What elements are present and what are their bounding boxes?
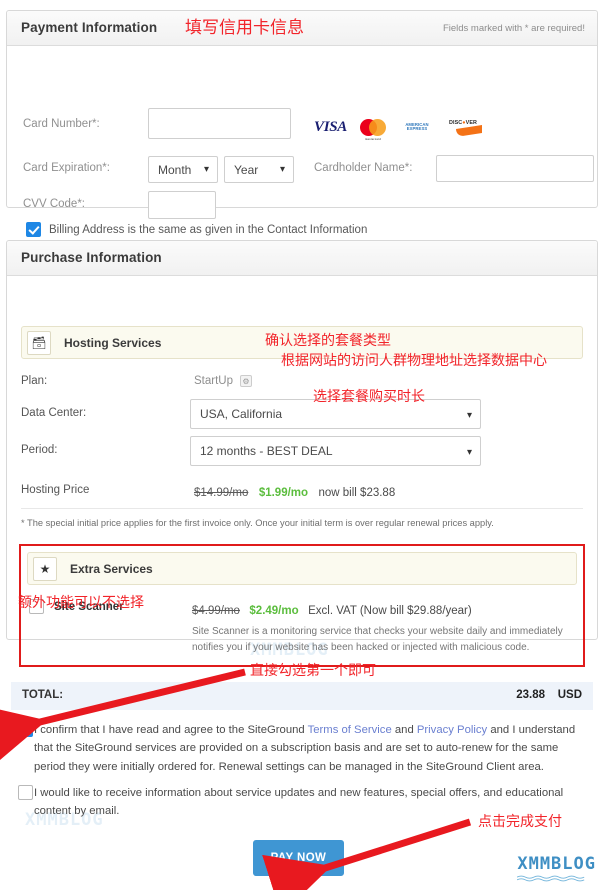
star-icon: ★ <box>33 557 57 581</box>
annotation-datacenter: 根据网站的访问人群物理地址选择数据中心 <box>281 353 547 369</box>
billing-address-label: Billing Address is the same as given in … <box>49 224 368 236</box>
expiration-year-value: Year <box>234 163 259 177</box>
hosting-price-values: $14.99/mo $1.99/mo now bill $23.88 <box>194 483 395 501</box>
mastercard-icon: mastercard <box>360 118 386 141</box>
plan-value: StartUp <box>194 375 233 387</box>
required-fields-note: Fields marked with * are required! <box>442 23 585 34</box>
annotation-pay-hint: 点击完成支付 <box>478 814 562 830</box>
total-label: TOTAL: <box>22 689 64 701</box>
cvv-code-label: CVV Code*: <box>23 198 86 210</box>
chevron-down-icon: ▾ <box>203 164 209 175</box>
extra-services-label: Extra Services <box>70 562 153 576</box>
plan-label: Plan: <box>21 375 48 387</box>
accepted-cards: VISA mastercard AMERICAN EXPRESS DISC●VER <box>314 118 482 141</box>
hosting-services-label: Hosting Services <box>64 336 162 350</box>
server-icon: 🗃 <box>27 331 51 355</box>
total-bar: TOTAL: 23.88 USD <box>11 682 593 710</box>
cardholder-name-label: Cardholder Name*: <box>314 162 413 174</box>
page-title: Payment Information <box>21 20 158 35</box>
pay-now-label: PAY NOW <box>270 852 327 864</box>
initial-price-fineprint: * The special initial price applies for … <box>21 508 583 528</box>
annotation-plan: 确认选择的套餐类型 <box>265 333 391 349</box>
hosting-price-old: $14.99/mo <box>194 487 249 499</box>
visa-icon: VISA <box>314 118 347 135</box>
total-amount: 23.88 <box>516 689 545 701</box>
site-scanner-description: Site Scanner is a monitoring service tha… <box>192 626 563 653</box>
hosting-price-label: Hosting Price <box>21 484 90 496</box>
site-scanner-price: $4.99/mo $2.49/mo Excl. VAT (Now bill $2… <box>192 601 472 619</box>
annotation-payment: 填写信用卡信息 <box>185 18 304 38</box>
period-select[interactable]: 12 months - BEST DEAL ▾ <box>190 436 481 466</box>
plan-info-icon[interactable]: ⚙ <box>240 375 252 387</box>
site-scanner-vat-note: Excl. VAT (Now bill $29.88/year) <box>308 605 472 617</box>
expiration-month-value: Month <box>158 163 192 177</box>
period-value: 12 months - BEST DEAL <box>200 444 333 458</box>
privacy-policy-link[interactable]: Privacy Policy <box>417 724 487 736</box>
site-logo: XMMBLOG <box>517 854 596 882</box>
card-expiration-label: Card Expiration*: <box>23 162 110 174</box>
card-number-label: Card Number*: <box>23 118 100 130</box>
annotation-checkbox-hint: 直接勾选第一个即可 <box>250 663 376 679</box>
discover-icon: DISC●VER <box>448 118 482 136</box>
terms-of-service-link[interactable]: Terms of Service <box>308 724 392 736</box>
cvv-code-input[interactable] <box>148 191 216 219</box>
terms-prefix: I confirm that I have read and agree to … <box>34 724 308 736</box>
chevron-down-icon: ▾ <box>279 164 285 175</box>
cardholder-name-input[interactable] <box>436 155 594 182</box>
amex-icon: AMERICAN EXPRESS <box>399 118 435 136</box>
terms-confirm-text: I confirm that I have read and agree to … <box>34 721 590 776</box>
purchase-title: Purchase Information <box>21 250 162 265</box>
site-scanner-price-old: $4.99/mo <box>192 605 240 617</box>
hosting-price-new: $1.99/mo <box>258 487 309 499</box>
annotation-extra: 额外功能可以不选择 <box>18 595 144 611</box>
data-center-value: USA, California <box>200 407 283 421</box>
pay-now-button[interactable]: PAY NOW <box>253 840 344 876</box>
total-currency: USD <box>557 689 582 701</box>
card-number-input[interactable] <box>148 108 291 139</box>
expiration-month-select[interactable]: Month ▾ <box>148 156 218 183</box>
annotation-period: 选择套餐购买时长 <box>313 389 425 405</box>
site-logo-text: XMMBLOG <box>517 854 596 874</box>
data-center-label: Data Center: <box>21 407 87 419</box>
extra-services-header: ★ Extra Services <box>27 552 577 585</box>
marketing-opt-in-checkbox[interactable] <box>18 785 33 800</box>
period-label: Period: <box>21 444 58 456</box>
payment-form: Card Number*: VISA mastercard AMERICAN EX… <box>7 46 597 237</box>
payment-information-panel: Payment Information Fields marked with *… <box>6 10 598 237</box>
terms-confirm-checkbox[interactable] <box>18 722 33 737</box>
hosting-price-bill: now bill $23.88 <box>318 487 396 499</box>
chevron-down-icon: ▾ <box>466 410 472 421</box>
chevron-down-icon: ▾ <box>466 447 472 458</box>
site-scanner-price-new: $2.49/mo <box>249 605 299 617</box>
checkout-page: XMMBLOG XMMBLOG XMMBLOG XMMBLOG XMMBLOG … <box>0 0 604 890</box>
expiration-year-select[interactable]: Year ▾ <box>224 156 294 183</box>
terms-mid: and <box>391 724 417 736</box>
purchase-information-panel: Purchase Information 🗃 Hosting Services … <box>6 240 598 667</box>
logo-waves-icon <box>517 875 585 882</box>
billing-address-checkbox[interactable] <box>26 222 41 237</box>
purchase-panel-header: Purchase Information <box>7 241 597 276</box>
